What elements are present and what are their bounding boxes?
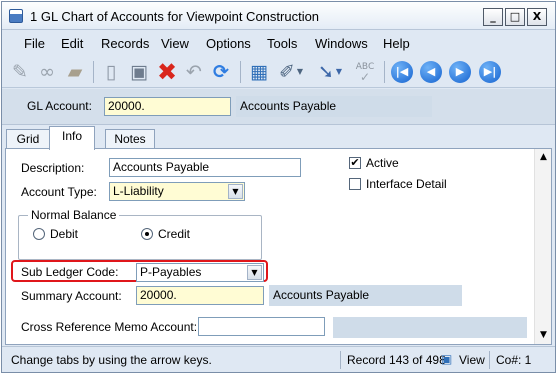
cross-ref-input[interactable] (198, 317, 325, 336)
account-type-label: Account Type: (21, 185, 97, 199)
active-label: Active (366, 156, 399, 170)
next-record-icon[interactable]: ▶ (449, 61, 471, 83)
sub-ledger-label: Sub Ledger Code: (21, 265, 119, 279)
menu-windows[interactable]: Windows (315, 36, 368, 51)
refresh-icon[interactable]: ⟳ (208, 60, 234, 84)
app-window: 1 GL Chart of Accounts for Viewpoint Con… (1, 1, 556, 373)
chevron-down-icon[interactable]: ▼ (228, 184, 243, 199)
gl-account-label: GL Account: (27, 99, 92, 113)
scan-icon[interactable]: ➘ ▼ (312, 60, 348, 84)
status-separator (340, 351, 341, 369)
title-bar: 1 GL Chart of Accounts for Viewpoint Con… (2, 2, 555, 30)
header-strip: GL Account: 20000. Accounts Payable (2, 89, 555, 125)
record-position: Record 143 of 498 (347, 353, 446, 367)
attachment-icon[interactable]: ✐ ▼ (274, 60, 308, 84)
gl-account-input[interactable]: 20000. (104, 97, 231, 116)
app-icon (9, 9, 23, 23)
previous-record-icon[interactable]: ◀ (420, 61, 442, 83)
folder-icon[interactable]: ▰ (62, 60, 88, 84)
sub-ledger-select[interactable]: P-Payables ▼ (136, 263, 264, 282)
scroll-down-icon[interactable]: ▼ (536, 328, 551, 343)
summary-account-description: Accounts Payable (269, 285, 462, 306)
save-icon[interactable]: ▣ (126, 60, 152, 84)
link-icon[interactable]: ∞ (34, 60, 60, 84)
active-checkbox[interactable]: ✔ (349, 157, 361, 169)
new-record-icon[interactable]: ▯ (99, 60, 123, 84)
tab-info[interactable]: Info (49, 126, 95, 150)
status-separator (489, 351, 490, 369)
toolbar-separator (384, 61, 385, 83)
close-button[interactable]: X (527, 8, 547, 26)
description-input[interactable]: Accounts Payable (109, 158, 301, 177)
account-type-value: L-Liability (113, 184, 164, 198)
interface-detail-checkbox[interactable] (349, 178, 361, 190)
cross-ref-label: Cross Reference Memo Account: (21, 320, 198, 334)
menu-file[interactable]: File (24, 36, 45, 51)
interface-detail-label: Interface Detail (366, 177, 447, 191)
status-bar: Change tabs by using the arrow keys. Rec… (2, 346, 555, 372)
status-hint: Change tabs by using the arrow keys. (11, 353, 212, 367)
toolbar: ✎ ∞ ▰ ▯ ▣ ✖ ↶ ⟳ ▦ ✐ ▼ ➘ ▼ ABC ✓ |◀ ◀ ▶ ▶| (2, 56, 555, 88)
normal-balance-label: Normal Balance (28, 208, 120, 222)
debit-radio[interactable] (33, 228, 45, 240)
window-title: 1 GL Chart of Accounts for Viewpoint Con… (30, 9, 320, 24)
tab-strip: Grid Info Notes (2, 126, 555, 150)
undo-icon[interactable]: ↶ (182, 60, 206, 84)
cross-ref-description (333, 317, 527, 338)
menu-tools[interactable]: Tools (267, 36, 297, 51)
first-record-icon[interactable]: |◀ (391, 61, 413, 83)
tab-notes[interactable]: Notes (105, 129, 155, 149)
calculator-icon[interactable]: ▦ (246, 60, 272, 84)
summary-account-label: Summary Account: (21, 289, 122, 303)
chevron-down-icon[interactable]: ▼ (247, 265, 262, 280)
menu-help[interactable]: Help (383, 36, 410, 51)
debit-label: Debit (50, 227, 79, 241)
menu-records[interactable]: Records (101, 36, 149, 51)
monitor-icon: ▣ (441, 352, 453, 366)
account-type-select[interactable]: L-Liability ▼ (109, 182, 245, 201)
view-label[interactable]: View (459, 353, 485, 367)
notes-icon[interactable]: ✎ (8, 60, 32, 84)
toolbar-separator (93, 61, 94, 83)
tab-grid[interactable]: Grid (6, 129, 50, 149)
spellcheck-icon[interactable]: ABC ✓ (350, 60, 380, 84)
last-record-icon[interactable]: ▶| (479, 61, 501, 83)
menu-edit[interactable]: Edit (61, 36, 83, 51)
company-number: Co#: 1 (496, 353, 532, 367)
credit-label: Credit (158, 227, 191, 241)
attachment-dropdown-icon[interactable]: ▼ (297, 60, 303, 84)
scroll-up-icon[interactable]: ▲ (536, 150, 551, 165)
gl-account-description: Accounts Payable (236, 96, 432, 117)
info-panel: Description: Accounts Payable Account Ty… (5, 148, 552, 345)
summary-account-input[interactable]: 20000. (136, 286, 264, 305)
minimize-button[interactable]: _ (483, 8, 503, 26)
menu-view[interactable]: View (161, 36, 189, 51)
delete-icon[interactable]: ✖ (154, 60, 180, 84)
vertical-scrollbar[interactable]: ▲ ▼ (534, 149, 551, 344)
toolbar-separator (240, 61, 241, 83)
maximize-button[interactable]: □ (505, 8, 525, 26)
credit-radio[interactable] (141, 228, 153, 240)
menu-options[interactable]: Options (206, 36, 251, 51)
description-label: Description: (21, 161, 85, 175)
sub-ledger-value: P-Payables (140, 265, 202, 279)
menu-bar: File Edit Records View Options Tools Win… (2, 31, 555, 56)
scan-dropdown-icon[interactable]: ▼ (336, 60, 342, 84)
